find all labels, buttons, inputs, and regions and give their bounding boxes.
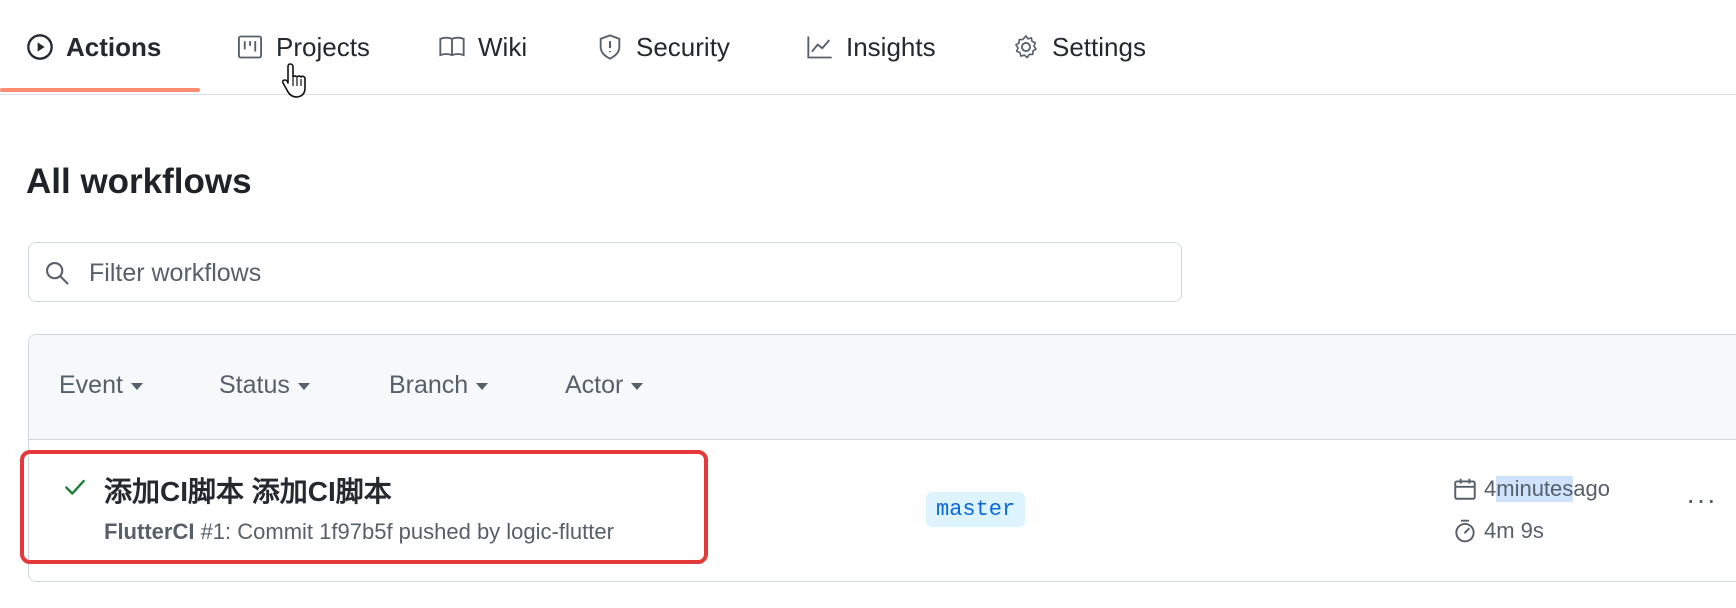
status-filter-dropdown[interactable]: Status (219, 371, 310, 400)
time-suffix: ago (1573, 476, 1611, 501)
duration-text: 4m 9s (1484, 518, 1544, 543)
chevron-down-icon (130, 383, 143, 390)
actor-filter-dropdown[interactable]: Actor (565, 371, 644, 400)
graph-icon (807, 36, 832, 59)
tab-actions-label: Actions (66, 31, 162, 62)
play-icon (27, 34, 53, 60)
tab-projects-label: Projects (276, 31, 370, 62)
tab-insights[interactable]: Insights (806, 0, 936, 94)
branch-badge[interactable]: master (926, 492, 1026, 527)
branch-filter-dropdown[interactable]: Branch (389, 371, 489, 400)
tab-settings-label: Settings (1052, 31, 1146, 62)
page-title: All workflows (26, 162, 252, 201)
tab-settings[interactable]: Settings (1012, 0, 1146, 94)
annotation-highlight-box (20, 450, 708, 564)
book-icon (439, 36, 465, 57)
repo-nav: Actions Projects Wiki Security Insights … (0, 0, 1736, 95)
filter-workflows-input[interactable] (87, 253, 1171, 293)
active-tab-underline (0, 88, 200, 92)
status-filter-label: Status (219, 371, 290, 399)
tab-security[interactable]: Security (596, 0, 730, 94)
runs-filter-bar: Event Status Branch Actor (29, 335, 1736, 440)
tab-security-label: Security (636, 31, 730, 62)
run-more-button[interactable]: ··· (1686, 484, 1717, 516)
search-icon (46, 262, 69, 285)
shield-icon (599, 34, 621, 60)
event-filter-dropdown[interactable]: Event (59, 371, 143, 400)
tab-insights-label: Insights (846, 31, 936, 62)
hand-cursor-icon (281, 63, 306, 98)
run-duration: 4m 9s (1452, 518, 1544, 544)
tab-wiki-label: Wiki (478, 31, 528, 62)
chevron-down-icon (297, 383, 310, 390)
tab-actions[interactable]: Actions (26, 0, 161, 94)
gear-icon (1015, 35, 1037, 59)
time-highlight: minutes (1496, 476, 1574, 502)
branch-filter-label: Branch (389, 371, 469, 399)
actor-filter-label: Actor (565, 371, 624, 399)
calendar-icon (1454, 478, 1476, 500)
run-time-ago: 4 minutes ago (1452, 476, 1610, 502)
event-filter-label: Event (59, 371, 123, 399)
time-prefix: 4 (1484, 476, 1497, 501)
stopwatch-icon (1455, 519, 1475, 543)
chevron-down-icon (476, 383, 489, 390)
project-board-icon (237, 35, 263, 59)
tab-wiki[interactable]: Wiki (438, 0, 527, 94)
filter-workflows-field[interactable] (28, 242, 1182, 302)
chevron-down-icon (631, 383, 644, 390)
